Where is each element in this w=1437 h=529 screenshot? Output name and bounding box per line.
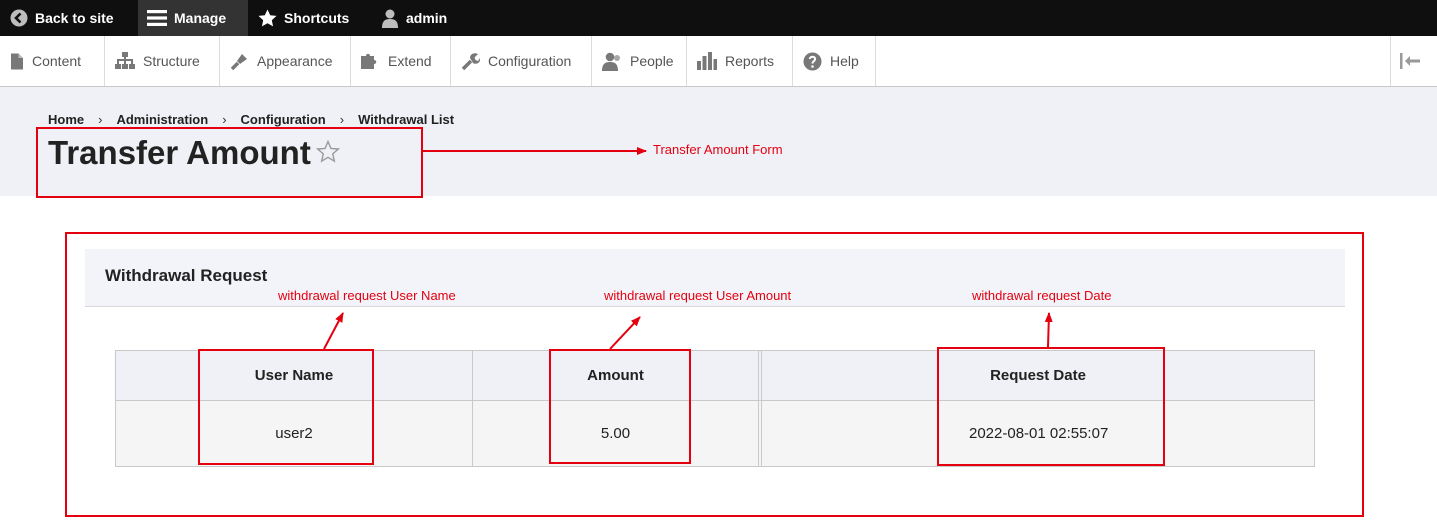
help-icon (803, 52, 822, 70)
shortcuts-label: Shortcuts (284, 10, 350, 26)
puzzle-icon (361, 53, 377, 69)
bar-chart-icon (697, 52, 717, 70)
back-to-site-link[interactable]: Back to site (10, 0, 114, 36)
menu-item-label: Extend (388, 53, 432, 69)
menu-item-label: People (630, 53, 674, 69)
breadcrumb-administration[interactable]: Administration (116, 112, 208, 127)
menu-item-content[interactable]: Content (0, 36, 105, 86)
title-annotation-note: Transfer Amount Form (653, 142, 783, 157)
breadcrumb-configuration[interactable]: Configuration (241, 112, 326, 127)
username-annotation-note: withdrawal request User Name (278, 288, 456, 303)
breadcrumb-separator-icon: › (339, 111, 345, 127)
breadcrumb-separator-icon: › (222, 111, 227, 127)
username-annotation-box (198, 349, 374, 465)
menu-item-label: Appearance (257, 53, 333, 69)
shortcuts-tab[interactable]: Shortcuts (258, 0, 349, 36)
menu-item-appearance[interactable]: Appearance (220, 36, 351, 86)
breadcrumb-withdrawal-list[interactable]: Withdrawal List (358, 112, 454, 127)
title-annotation-box (36, 127, 423, 198)
admin-toolbar: Back to site Manage Shortcuts admin (0, 0, 1437, 36)
menu-item-people[interactable]: People (592, 36, 687, 86)
menu-item-extend[interactable]: Extend (351, 36, 451, 86)
manage-tab[interactable]: Manage (138, 0, 248, 36)
user-tab[interactable]: admin (381, 0, 447, 36)
menu-item-label: Reports (725, 53, 775, 69)
menu-item-label: Configuration (488, 53, 572, 69)
manage-label: Manage (174, 10, 227, 26)
back-to-site-label: Back to site (35, 10, 114, 26)
sitemap-icon (115, 52, 135, 69)
paintbrush-icon (230, 53, 247, 70)
back-arrow-icon (10, 9, 28, 27)
user-icon (382, 9, 398, 28)
amount-annotation-box (549, 349, 691, 464)
date-annotation-note: withdrawal request Date (972, 288, 1112, 303)
menu-item-configuration[interactable]: Configuration (451, 36, 592, 86)
menu-item-label: Structure (143, 53, 200, 69)
menu-item-help[interactable]: Help (793, 36, 876, 86)
collapse-tray-icon (1400, 53, 1420, 69)
menu-item-structure[interactable]: Structure (105, 36, 220, 86)
menu-item-label: Help (830, 53, 859, 69)
hamburger-icon (147, 10, 167, 26)
date-annotation-box (937, 347, 1165, 466)
file-icon (11, 53, 23, 69)
user-label: admin (406, 10, 448, 26)
breadcrumb: Home › Administration › Configuration › … (48, 111, 454, 127)
tray-orientation-toggle[interactable] (1390, 36, 1429, 86)
admin-menu-tray: Content Structure Appearance Extend Conf… (0, 36, 1437, 87)
amount-annotation-note: withdrawal request User Amount (604, 288, 792, 303)
breadcrumb-separator-icon: › (98, 111, 103, 127)
people-icon (602, 52, 620, 71)
menu-item-reports[interactable]: Reports (687, 36, 793, 86)
menu-item-label: Content (32, 53, 82, 69)
wrench-icon (461, 52, 480, 70)
star-icon (258, 9, 277, 27)
breadcrumb-home[interactable]: Home (48, 112, 84, 127)
